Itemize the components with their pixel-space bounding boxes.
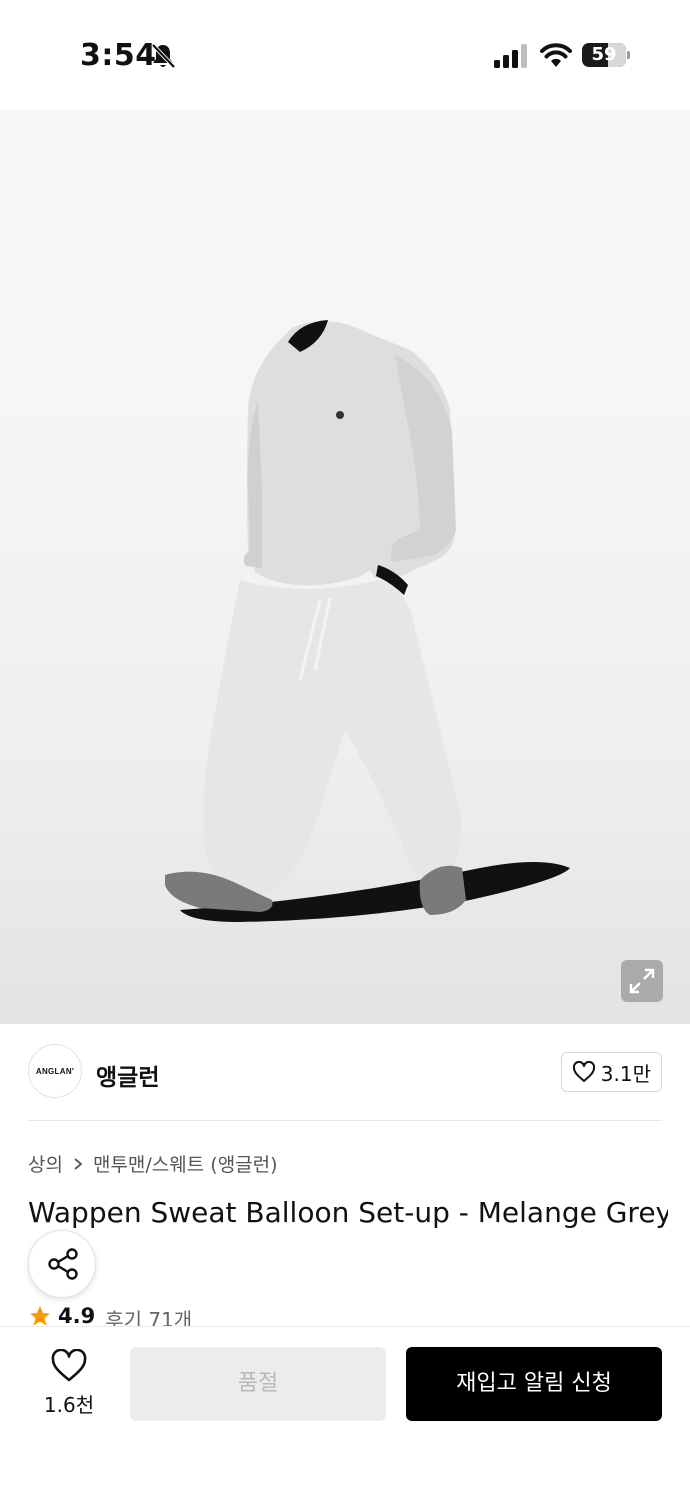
wish-count: 1.6천 <box>43 1393 95 1417</box>
product-photo <box>165 320 570 922</box>
brand-row[interactable]: ANGLAN' 앵글런 3.1만 <box>28 1044 662 1100</box>
bottom-action-bar: 1.6천 품절 재입고 알림 신청 <box>0 1326 690 1500</box>
restock-alert-button[interactable]: 재입고 알림 신청 <box>406 1347 662 1421</box>
soldout-button[interactable]: 품절 <box>130 1347 386 1421</box>
wifi-icon <box>540 43 572 67</box>
divider <box>28 1120 662 1121</box>
status-bar: 3:54 59 <box>0 0 690 110</box>
brand-like-button[interactable]: 3.1만 <box>560 1052 662 1092</box>
expand-icon[interactable] <box>621 960 663 1002</box>
breadcrumb-subcategory[interactable]: 맨투맨/스웨트 (앵글런) <box>93 1150 278 1177</box>
status-time: 3:54 <box>80 38 157 73</box>
cellular-signal-icon <box>494 44 527 68</box>
brand-logo[interactable]: ANGLAN' <box>28 1044 82 1098</box>
breadcrumb: 상의 맨투맨/스웨트 (앵글런) <box>28 1150 278 1177</box>
brand-name[interactable]: 앵글런 <box>96 1058 159 1092</box>
rating-row[interactable]: 4.9 후기 71개 <box>28 1304 192 1328</box>
heart-icon <box>51 1349 87 1382</box>
share-icon <box>48 1248 78 1280</box>
battery-level-text: 59 <box>591 44 617 65</box>
heart-icon <box>572 1061 595 1082</box>
rating-score: 4.9 <box>58 1304 96 1328</box>
battery-icon: 59 <box>582 43 630 67</box>
product-image[interactable] <box>0 110 690 1024</box>
wish-button[interactable]: 1.6천 <box>28 1349 110 1421</box>
chevron-right-icon <box>74 1157 83 1170</box>
review-count[interactable]: 후기 71개 <box>105 1304 192 1328</box>
bell-slash-icon <box>151 43 176 69</box>
brand-like-count: 3.1만 <box>600 1061 651 1086</box>
breadcrumb-category[interactable]: 상의 <box>28 1150 63 1177</box>
product-title: Wappen Sweat Balloon Set-up - Melange Gr… <box>28 1196 668 1229</box>
star-icon <box>30 1306 50 1326</box>
share-button[interactable] <box>28 1230 96 1298</box>
